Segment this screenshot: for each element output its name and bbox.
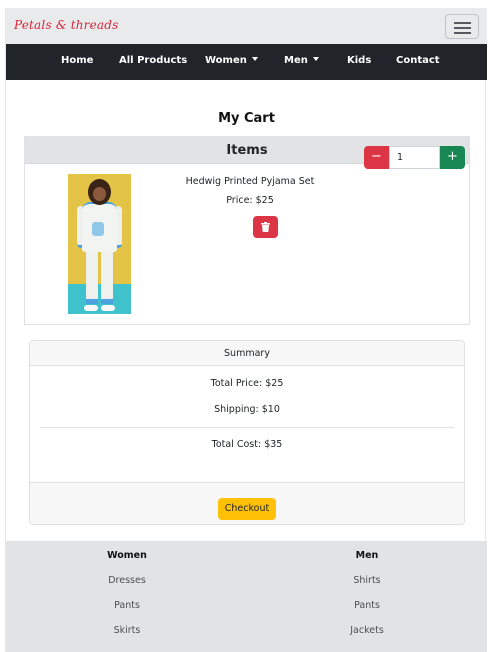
product-price: Price: $25 (226, 195, 274, 206)
trash-icon (261, 222, 270, 232)
nav-item-women[interactable]: Women (205, 55, 258, 66)
footer-link-skirts[interactable]: Skirts (47, 625, 207, 636)
decrease-quantity-button[interactable]: − (364, 146, 389, 169)
summary-header: Summary (30, 341, 464, 366)
footer-heading: Women (107, 550, 147, 561)
product-image (68, 174, 131, 314)
summary-footer: Checkout (30, 482, 464, 524)
checkout-button[interactable]: Checkout (218, 498, 276, 520)
page-title: My Cart (218, 111, 275, 126)
nav-label: Men (284, 55, 308, 66)
footer-link-jackets[interactable]: Jackets (287, 625, 447, 636)
product-name: Hedwig Printed Pyjama Set (185, 176, 315, 187)
quantity-input[interactable] (389, 146, 440, 169)
footer-link-shirts[interactable]: Shirts (287, 575, 447, 586)
nav-label: Home (61, 55, 94, 66)
hamburger-icon (454, 27, 471, 29)
total-cost-text: Total Cost: $35 (211, 439, 283, 450)
nav-item-men[interactable]: Men (284, 55, 319, 66)
hamburger-icon (454, 32, 471, 34)
nav-item-kids[interactable]: Kids (347, 55, 371, 66)
remove-item-button[interactable] (253, 216, 278, 238)
footer-link-dresses[interactable]: Dresses (47, 575, 207, 586)
hamburger-icon (454, 22, 471, 24)
summary-divider (40, 427, 454, 428)
caret-down-icon (312, 57, 319, 61)
nav-item-home[interactable]: Home (61, 55, 93, 66)
items-card: Items Hedwig Printed Pyjama Set Price: $… (24, 136, 470, 325)
caret-down-icon (251, 57, 258, 61)
increase-quantity-button[interactable]: + (440, 146, 465, 169)
site-footer: Women Dresses Pants Skirts Men Shirts Pa… (6, 541, 487, 652)
total-price-text: Total Price: $25 (210, 378, 284, 389)
footer-link-pants[interactable]: Pants (287, 600, 447, 611)
nav-item-all-products[interactable]: All Products (119, 55, 187, 66)
top-bar: Petals & threads (6, 8, 487, 44)
footer-link-pants[interactable]: Pants (47, 600, 207, 611)
nav-label: Contact (396, 55, 440, 66)
nav-item-contact[interactable]: Contact (396, 55, 440, 66)
nav-label: Kids (347, 55, 372, 66)
footer-heading: Men (355, 550, 379, 561)
shipping-text: Shipping: $10 (214, 404, 280, 415)
brand-logo[interactable]: Petals & threads (14, 18, 119, 32)
summary-card: Summary Total Price: $25 Shipping: $10 T… (29, 340, 465, 525)
main-navbar: Home All Products Women Men Kids Contact (6, 44, 487, 80)
navbar-toggler-button[interactable] (445, 14, 479, 39)
app-frame: Petals & threads Home All Products Women… (5, 8, 487, 652)
nav-label: All Products (119, 55, 188, 66)
nav-label: Women (205, 55, 247, 66)
